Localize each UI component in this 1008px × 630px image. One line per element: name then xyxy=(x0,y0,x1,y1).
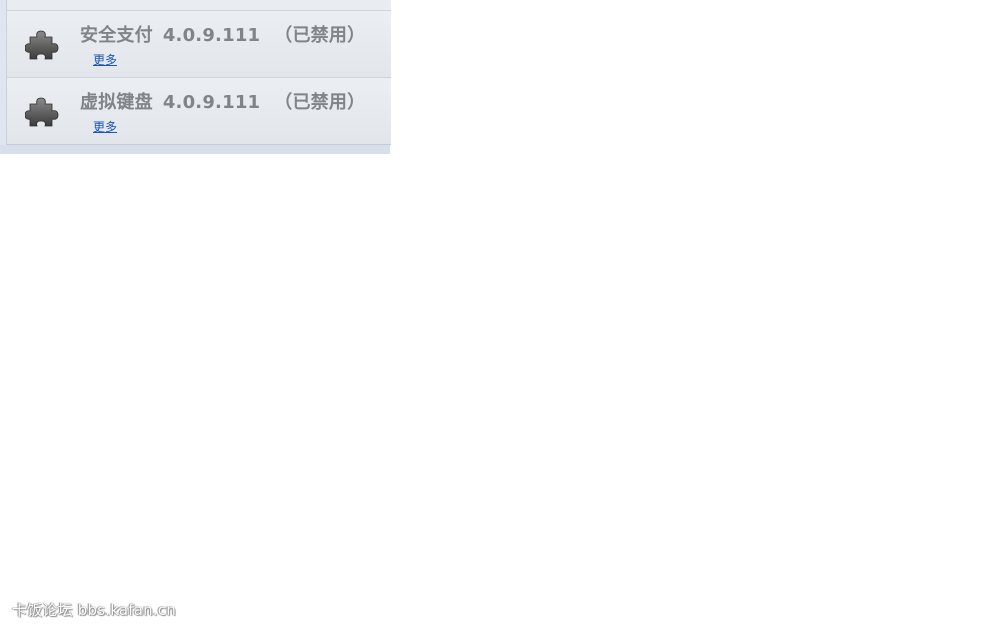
more-link[interactable]: 更多 xyxy=(93,118,117,135)
puzzle-piece-icon xyxy=(25,30,59,60)
extension-item[interactable]: 虚拟键盘 4.0.9.111 （已禁用） 更多 xyxy=(7,78,391,144)
extension-name: 安全支付 xyxy=(80,25,153,46)
puzzle-piece-icon xyxy=(25,97,59,127)
extension-version: 4.0.9.111 xyxy=(162,92,261,113)
extensions-list: 安全支付 4.0.9.111 （已禁用） 更多 虚拟键盘 4.0.9.111 （已禁用）… xyxy=(6,0,391,145)
extension-version: 4.0.9.111 xyxy=(162,25,261,46)
extensions-panel: 安全支付 4.0.9.111 （已禁用） 更多 虚拟键盘 4.0.9.111 （已禁用）… xyxy=(0,0,391,154)
extension-name: 虚拟键盘 xyxy=(80,92,153,113)
extension-title: 安全支付 4.0.9.111 （已禁用） xyxy=(80,21,365,47)
extension-status: （已禁用） xyxy=(274,25,366,46)
more-link[interactable]: 更多 xyxy=(93,51,117,68)
extension-status: （已禁用） xyxy=(274,92,366,113)
extension-item[interactable]: 安全支付 4.0.9.111 （已禁用） 更多 xyxy=(7,11,391,78)
panel-bottom-border xyxy=(0,145,390,154)
extension-title: 虚拟键盘 4.0.9.111 （已禁用） xyxy=(80,88,365,114)
watermark-text: 卡饭论坛 bbs.kafan.cn xyxy=(12,601,176,619)
previous-item-edge xyxy=(7,0,391,11)
